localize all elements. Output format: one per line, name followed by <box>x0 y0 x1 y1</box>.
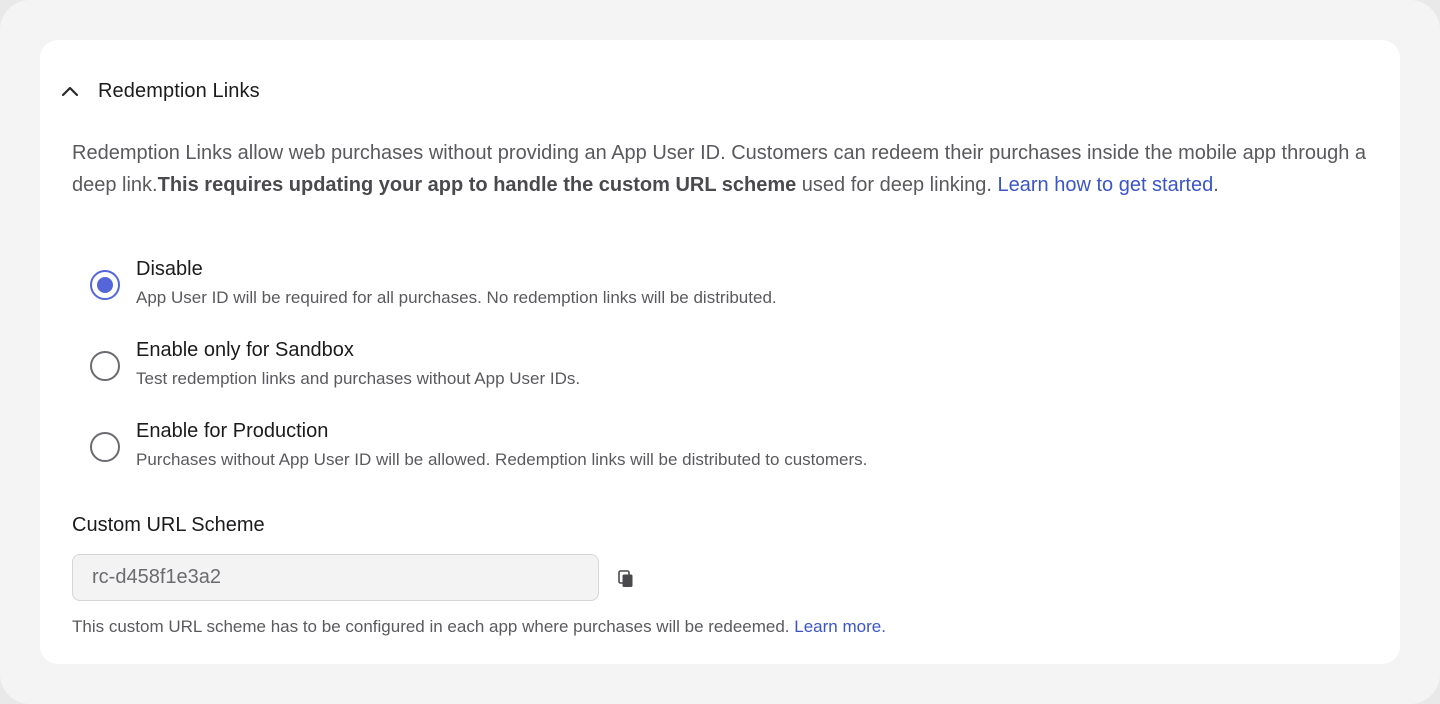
learn-more-link[interactable]: Learn more. <box>794 617 886 636</box>
copy-icon[interactable] <box>615 568 637 590</box>
option-description: Test redemption links and purchases with… <box>136 369 581 388</box>
option-enable-sandbox[interactable]: Enable only for Sandbox Test redemption … <box>88 339 1088 399</box>
url-scheme-help: This custom URL scheme has to be configu… <box>72 617 886 637</box>
option-description: App User ID will be required for all pur… <box>136 288 777 307</box>
section-description: Redemption Links allow web purchases wit… <box>72 137 1382 201</box>
option-enable-production[interactable]: Enable for Production Purchases without … <box>88 420 1088 480</box>
url-scheme-input[interactable] <box>73 555 598 600</box>
redemption-links-card: Redemption Links Redemption Links allow … <box>40 40 1400 664</box>
option-label: Enable only for Sandbox <box>136 339 354 361</box>
option-label: Disable <box>136 258 203 280</box>
option-disable[interactable]: Disable App User ID will be required for… <box>88 258 1088 318</box>
description-bold-text: This requires updating your app to handl… <box>157 174 797 196</box>
description-text-after: used for deep linking. <box>796 174 998 196</box>
option-description: Purchases without App User ID will be al… <box>136 450 868 469</box>
section-title: Redemption Links <box>98 79 260 102</box>
radio-disable[interactable] <box>90 270 120 300</box>
radio-enable-production[interactable] <box>90 432 120 462</box>
description-trailing: . <box>1213 174 1219 196</box>
url-scheme-label: Custom URL Scheme <box>72 514 265 536</box>
page-background: Redemption Links Redemption Links allow … <box>0 0 1440 704</box>
section-header-toggle[interactable]: Redemption Links <box>60 76 260 106</box>
radio-enable-sandbox[interactable] <box>90 351 120 381</box>
learn-how-link[interactable]: Learn how to get started <box>998 174 1214 196</box>
help-text: This custom URL scheme has to be configu… <box>72 617 795 636</box>
url-scheme-field[interactable] <box>72 554 599 601</box>
option-label: Enable for Production <box>136 420 329 442</box>
chevron-up-icon[interactable] <box>60 81 80 101</box>
